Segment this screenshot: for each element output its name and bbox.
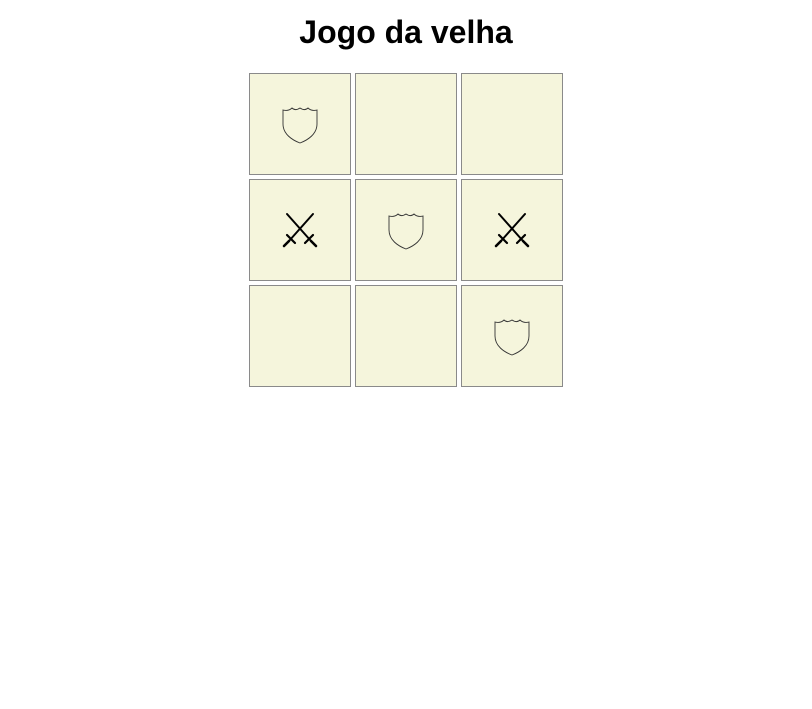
tic-tac-toe-board: [249, 73, 563, 387]
page-title: Jogo da velha: [299, 14, 513, 50]
board-cell-4[interactable]: [249, 179, 351, 281]
board-cell-1[interactable]: [249, 73, 351, 175]
crossed-swords-icon: [280, 210, 320, 250]
crossed-swords-icon: [492, 210, 532, 250]
board-cell-9[interactable]: [461, 285, 563, 387]
board-cell-7[interactable]: [249, 285, 351, 387]
shield-icon: [280, 104, 320, 144]
shield-icon: [386, 210, 426, 250]
board-cell-5[interactable]: [355, 179, 457, 281]
board-cell-6[interactable]: [461, 179, 563, 281]
board-cell-3[interactable]: [461, 73, 563, 175]
shield-icon: [492, 316, 532, 356]
game-page: Jogo da velha: [0, 0, 812, 709]
board-cell-2[interactable]: [355, 73, 457, 175]
board-cell-8[interactable]: [355, 285, 457, 387]
